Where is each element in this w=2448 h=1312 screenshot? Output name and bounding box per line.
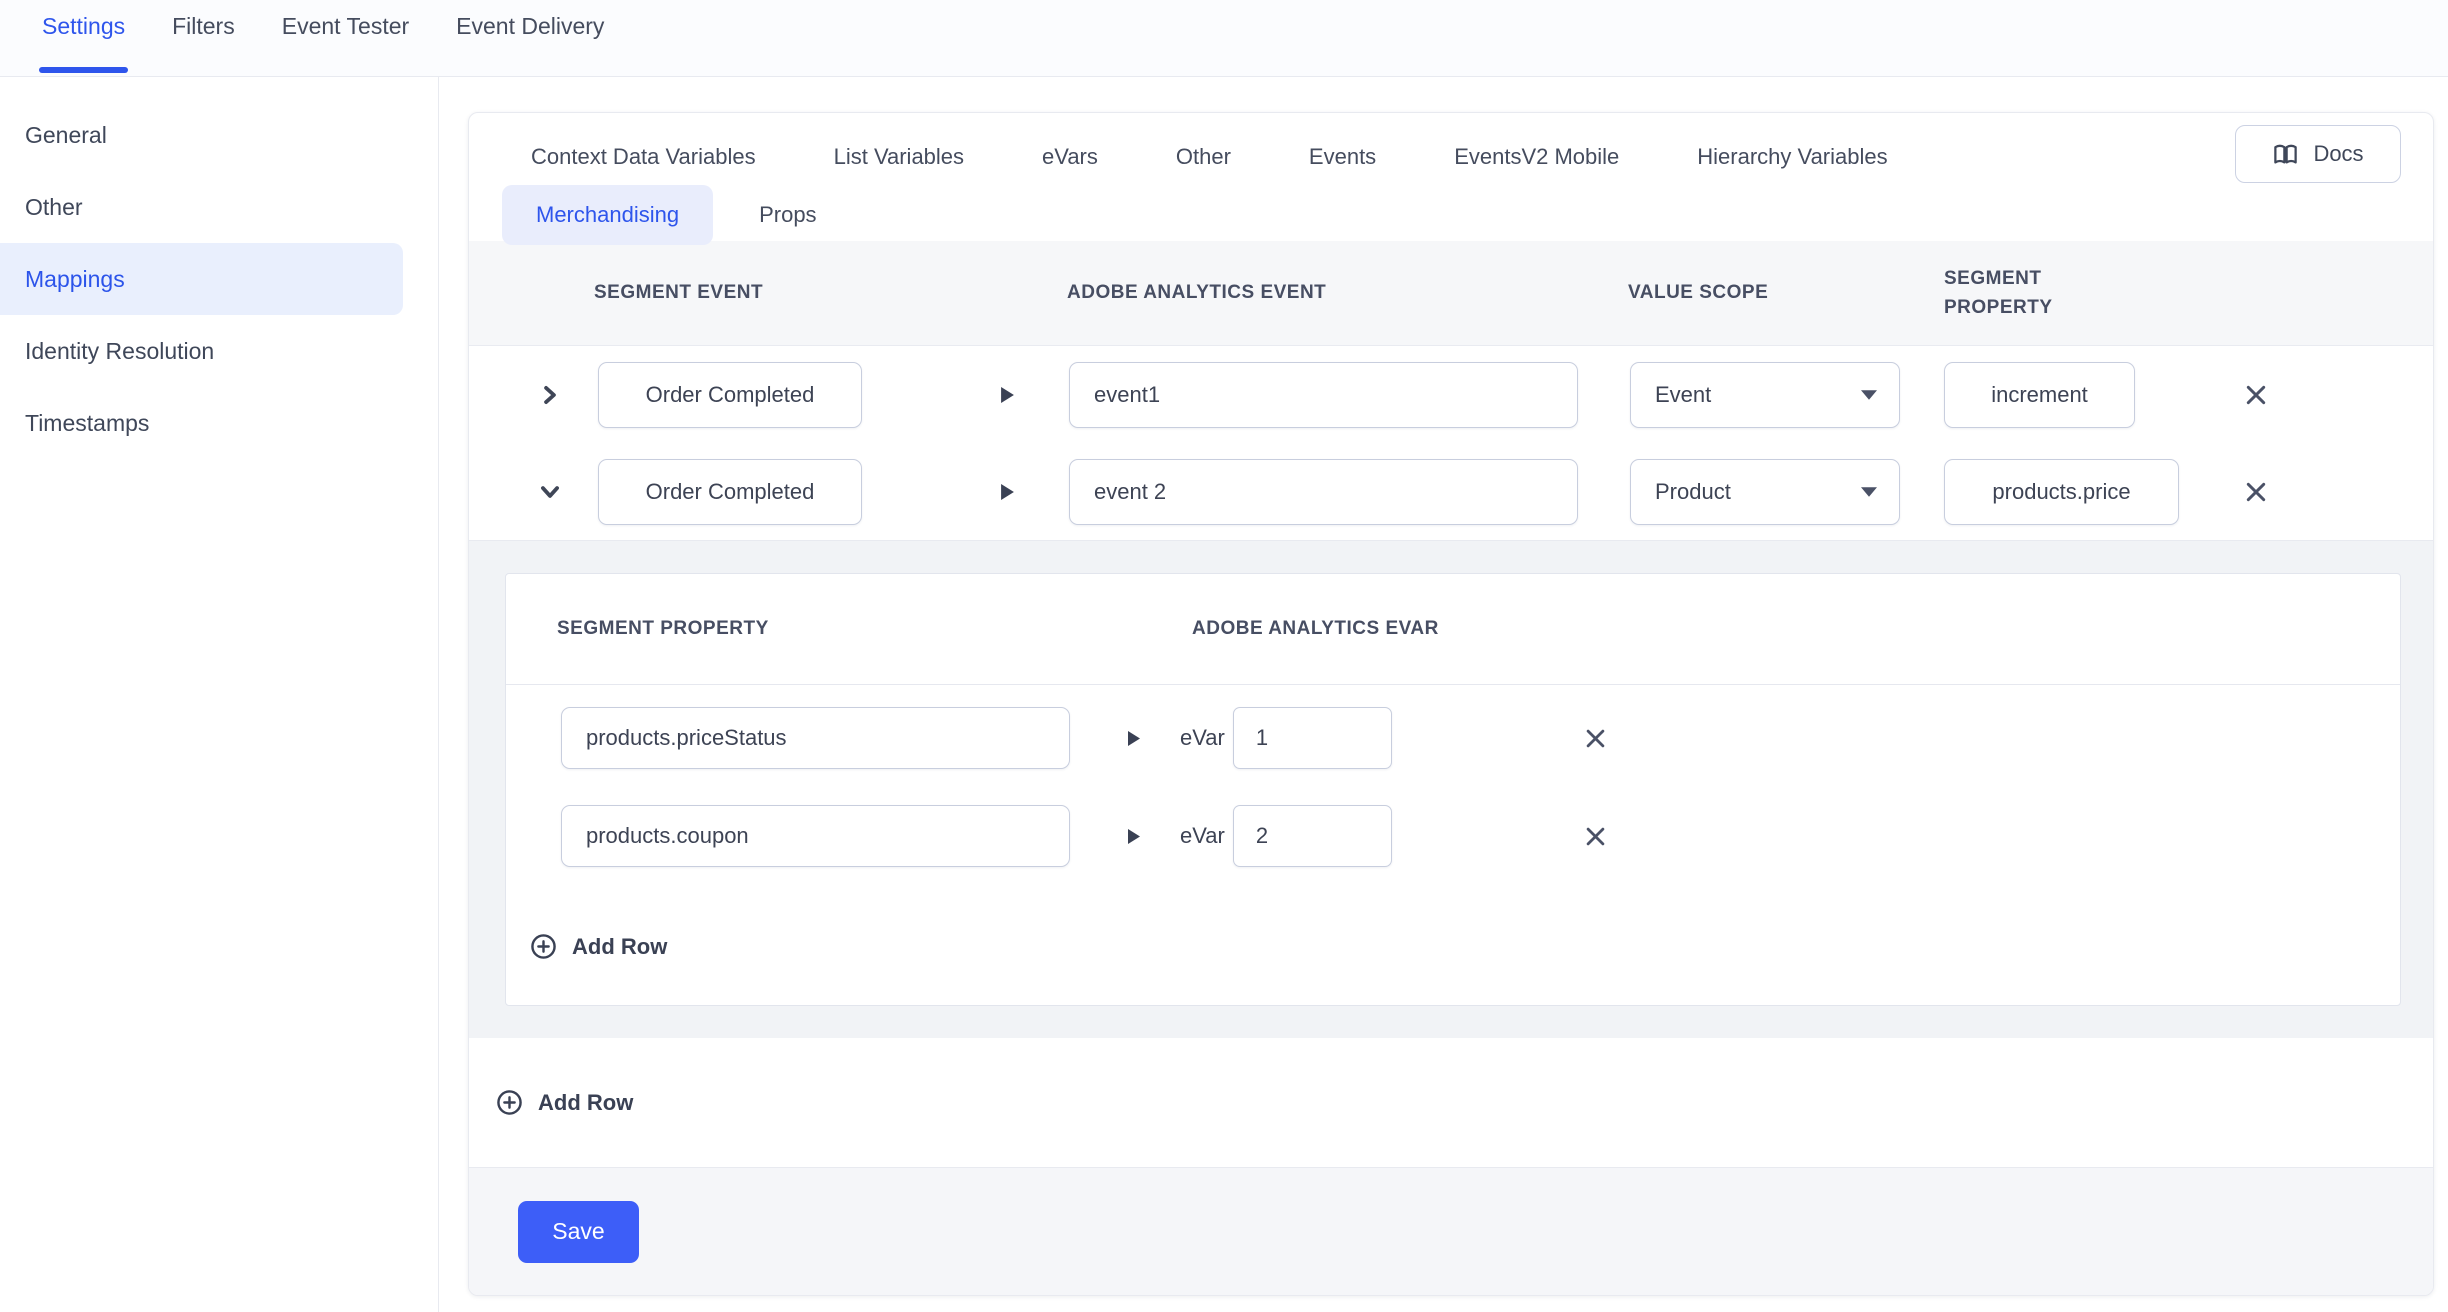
table-add-row-button[interactable]: Add Row (496, 1089, 633, 1116)
nav-tab-settings[interactable]: Settings (42, 10, 125, 77)
sidebar-item-mappings[interactable]: Mappings (0, 243, 403, 315)
nav-tab-event-tester[interactable]: Event Tester (282, 10, 409, 77)
value-scope-select-row-2[interactable]: Product (1630, 459, 1900, 525)
value-scope-selected-row-1: Event (1655, 382, 1711, 408)
maps-to-arrow-icon (862, 387, 1014, 403)
column-header-segment-event: Segment Event (594, 282, 1067, 304)
remove-subrow-2-button[interactable] (1578, 819, 1613, 854)
top-nav: Settings Filters Event Tester Event Deli… (0, 0, 2448, 77)
tab-merchandising[interactable]: Merchandising (502, 185, 713, 245)
evar-prefix-label: eVar (1180, 823, 1225, 849)
evar-number-input-subrow-1[interactable]: 1 (1233, 707, 1392, 769)
chevron-down-icon (539, 481, 561, 503)
mapping-row-2: Order Completed event 2 Product products… (469, 443, 2433, 540)
value-scope-select-row-1[interactable]: Event (1630, 362, 1900, 428)
tab-evars[interactable]: eVars (1042, 144, 1098, 170)
main-area: Context Data Variables List Variables eV… (439, 77, 2448, 1312)
subtable-row-2: products.coupon eVar 2 (506, 791, 2400, 881)
docs-button-label: Docs (2313, 141, 2363, 167)
segment-event-input-row-1[interactable]: Order Completed (598, 362, 862, 428)
close-icon (2244, 383, 2268, 407)
remove-row-2-button[interactable] (2238, 474, 2274, 510)
segment-property-input-row-1[interactable]: increment (1944, 362, 2135, 428)
caret-down-icon (1861, 487, 1877, 497)
expand-toggle-row-1[interactable] (539, 384, 598, 406)
remove-subrow-1-button[interactable] (1578, 721, 1613, 756)
mappings-card: Context Data Variables List Variables eV… (468, 112, 2434, 1296)
subtable-column-adobe-evar: Adobe Analytics eVar (1192, 618, 1439, 640)
evar-mapping-subtable: Segment Property Adobe Analytics eVar pr… (505, 573, 2401, 1006)
sidebar-item-timestamps[interactable]: Timestamps (0, 387, 438, 459)
tab-events[interactable]: Events (1309, 144, 1376, 170)
column-header-value-scope: Value Scope (1628, 282, 1944, 304)
settings-sidebar: General Other Mappings Identity Resoluti… (0, 77, 439, 1312)
maps-to-arrow-icon (1128, 829, 1140, 844)
chevron-right-icon (539, 384, 561, 406)
caret-down-icon (1861, 390, 1877, 400)
adobe-event-input-row-2[interactable]: event 2 (1069, 459, 1578, 525)
mapping-row-1: Order Completed event1 Event increment (469, 346, 2433, 443)
column-header-segment-property: Segment Property (1944, 264, 2074, 323)
subtable-row-1: products.priceStatus eVar 1 (506, 693, 2400, 783)
segment-event-input-row-2[interactable]: Order Completed (598, 459, 862, 525)
close-icon (1584, 727, 1607, 750)
remove-row-1-button[interactable] (2238, 377, 2274, 413)
circle-plus-icon (530, 933, 557, 960)
mapping-table-header: Segment Event Adobe Analytics Event Valu… (469, 241, 2433, 346)
property-input-subrow-2[interactable]: products.coupon (561, 805, 1070, 867)
tab-eventsv2-mobile[interactable]: EventsV2 Mobile (1454, 144, 1619, 170)
nav-tab-event-delivery[interactable]: Event Delivery (456, 10, 604, 77)
property-input-subrow-1[interactable]: products.priceStatus (561, 707, 1070, 769)
segment-property-input-row-2[interactable]: products.price (1944, 459, 2179, 525)
maps-to-arrow-icon (862, 484, 1014, 500)
expand-toggle-row-2[interactable] (539, 481, 598, 503)
docs-button[interactable]: Docs (2235, 125, 2401, 183)
sidebar-item-identity-resolution[interactable]: Identity Resolution (0, 315, 438, 387)
subtable-header: Segment Property Adobe Analytics eVar (506, 574, 2400, 685)
table-add-row-label: Add Row (538, 1090, 633, 1116)
nav-tab-filters[interactable]: Filters (172, 10, 235, 77)
column-header-adobe-analytics-event: Adobe Analytics Event (1067, 282, 1628, 304)
subtable-add-row-button[interactable]: Add Row (530, 933, 667, 960)
subtable-add-row-label: Add Row (572, 934, 667, 960)
tab-list-variables[interactable]: List Variables (834, 144, 964, 170)
save-button[interactable]: Save (518, 1201, 639, 1263)
tab-other[interactable]: Other (1176, 144, 1231, 170)
table-add-row-band: Add Row (469, 1038, 2433, 1167)
tab-context-data-variables[interactable]: Context Data Variables (531, 144, 756, 170)
maps-to-arrow-icon (1128, 731, 1140, 746)
sidebar-item-other[interactable]: Other (0, 171, 438, 243)
subtable-column-segment-property: Segment Property (557, 618, 1192, 640)
close-icon (1584, 825, 1607, 848)
row-2-expanded-region: Segment Property Adobe Analytics eVar pr… (469, 540, 2433, 1038)
variable-tabs: Context Data Variables List Variables eV… (469, 113, 2433, 241)
card-footer: Save (469, 1167, 2433, 1295)
circle-plus-icon (496, 1089, 523, 1116)
adobe-event-input-row-1[interactable]: event1 (1069, 362, 1578, 428)
evar-prefix-label: eVar (1180, 725, 1225, 751)
variable-tabs-row1: Context Data Variables List Variables eV… (531, 131, 2433, 183)
tab-props[interactable]: Props (759, 202, 816, 228)
close-icon (2244, 480, 2268, 504)
sidebar-item-general[interactable]: General (0, 99, 438, 171)
variable-tabs-row2: Merchandising Props (502, 185, 2433, 245)
book-icon (2272, 141, 2299, 168)
evar-number-input-subrow-2[interactable]: 2 (1233, 805, 1392, 867)
tab-hierarchy-variables[interactable]: Hierarchy Variables (1697, 144, 1887, 170)
value-scope-selected-row-2: Product (1655, 479, 1731, 505)
